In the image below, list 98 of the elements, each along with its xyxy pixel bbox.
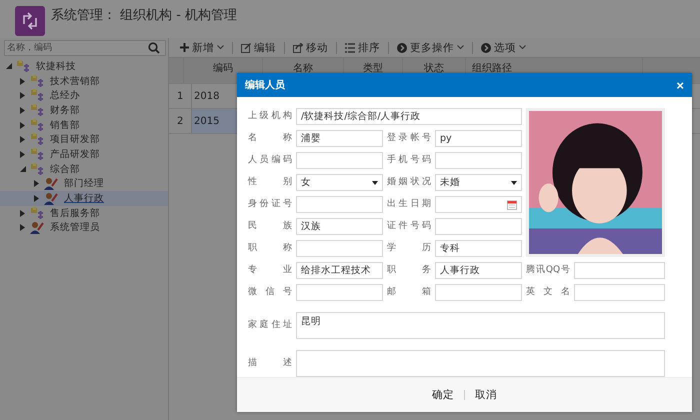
input-field[interactable]: 人事行政 [435,262,522,279]
tree-item[interactable]: 部门经理 [62,177,106,190]
arrow-circle-icon [397,42,407,52]
tree-item[interactable]: 财务部 [48,104,82,117]
date-field[interactable] [435,196,522,213]
field-label: 婚姻状况 [387,176,431,189]
field-label: 邮 箱 [387,286,431,299]
dropdown[interactable]: 女 [296,174,383,191]
field-label: 身份证号 [248,198,292,211]
page-title: 系统管理： 组织机构 - 机构管理 [51,7,238,24]
caret-icon [511,180,517,184]
collapse-icon[interactable] [6,63,12,70]
close-button[interactable]: × [676,78,684,92]
field-label: 家庭住址 [248,318,292,332]
expand-icon[interactable] [20,136,26,144]
expand-icon[interactable] [20,210,26,217]
search-field[interactable]: 名称，编码 [4,40,166,56]
tree-item[interactable]: 售后服务部 [48,206,102,220]
tree-item[interactable]: 技术营销部 [48,74,102,88]
input-field[interactable]: 专科 [435,240,522,257]
org-icon [30,74,44,88]
field-label: 性 别 [248,176,292,189]
input-field[interactable]: 给排水工程技术 [296,262,383,279]
input-field[interactable]: py [435,130,522,147]
user-icon [30,221,44,234]
input-field[interactable] [296,240,383,257]
plus-icon [180,43,189,52]
field-label: 登录帐号 [387,132,431,145]
field-label: 微 信 号 [248,286,292,299]
toolbar-button[interactable]: 编辑 [238,42,285,54]
field-label: 腾讯QQ号 [526,264,570,277]
input-field[interactable] [435,284,522,301]
field-label: 职 务 [387,264,431,277]
edit-icon [241,42,251,52]
input-field[interactable] [296,152,383,169]
toolbar-button[interactable]: 选项 [478,42,534,54]
input-field[interactable] [574,262,665,279]
org-icon [30,133,44,146]
arrow-circle-icon [481,42,491,52]
toolbar-button[interactable]: 移动 [290,42,337,54]
list-icon [345,42,355,52]
expand-icon[interactable] [34,180,40,188]
dropdown[interactable]: 未婚 [435,174,522,191]
input-field[interactable] [296,284,383,301]
tree-item[interactable]: 软捷科技 [34,60,78,73]
text-area[interactable]: 昆明 [296,312,665,339]
org-icon [30,104,44,117]
field-label: 出生日期 [387,198,431,211]
toolbar-button[interactable]: 排序 [342,42,389,54]
toolbar-button[interactable]: 更多操作 [394,42,473,54]
share-icon [293,42,303,52]
org-icon [30,89,44,102]
org-icon [16,60,30,73]
expand-icon[interactable] [20,92,26,100]
user-icon [44,192,58,206]
org-icon [30,148,44,161]
field-label: 名 称 [248,132,292,145]
field-label: 职 称 [248,242,292,255]
caret-icon [372,180,378,184]
tree-item[interactable]: 销售部 [48,118,82,132]
logo-icon [15,6,45,36]
expand-icon[interactable] [20,106,26,114]
field-label: 证件号码 [387,220,431,233]
input-field[interactable]: 汉族 [296,218,383,235]
input-field[interactable]: /软捷科技/综合部/人事行政 [296,108,522,125]
dialog-button[interactable]: 确定 [432,388,454,402]
input-field[interactable]: 浦婴 [296,130,383,147]
toolbar-button[interactable]: 新增 [177,42,233,54]
dialog-button[interactable]: 取消 [475,388,497,402]
user-icon [44,177,58,190]
expand-icon[interactable] [20,122,26,129]
expand-icon[interactable] [20,78,26,85]
field-label: 手机号码 [387,154,431,167]
field-label: 英 文 名 [526,286,570,299]
input-field[interactable] [296,196,383,213]
org-icon [30,206,44,220]
input-field[interactable] [435,218,522,235]
tree-item[interactable]: 系统管理员 [48,221,102,234]
field-label: 民 族 [248,220,292,233]
field-label: 人员编码 [248,154,292,167]
field-label: 学 历 [387,242,431,255]
field-label: 专 业 [248,264,292,277]
tree-item[interactable]: 项目研发部 [48,133,102,146]
search-icon[interactable] [148,42,160,54]
field-label: 描 述 [248,356,292,370]
tree-item[interactable]: 产品研发部 [48,148,102,161]
expand-icon[interactable] [34,195,40,202]
tree-item[interactable]: 综合部 [48,162,82,176]
expand-icon[interactable] [20,224,26,232]
calendar-icon[interactable] [507,200,517,210]
tree-item[interactable]: 总经办 [48,89,82,102]
collapse-icon[interactable] [20,166,26,172]
expand-icon[interactable] [20,150,26,158]
org-icon [30,118,44,132]
input-field[interactable] [435,152,522,169]
org-icon [30,162,44,176]
row-number: 1 [169,84,192,108]
input-field[interactable] [574,284,665,301]
